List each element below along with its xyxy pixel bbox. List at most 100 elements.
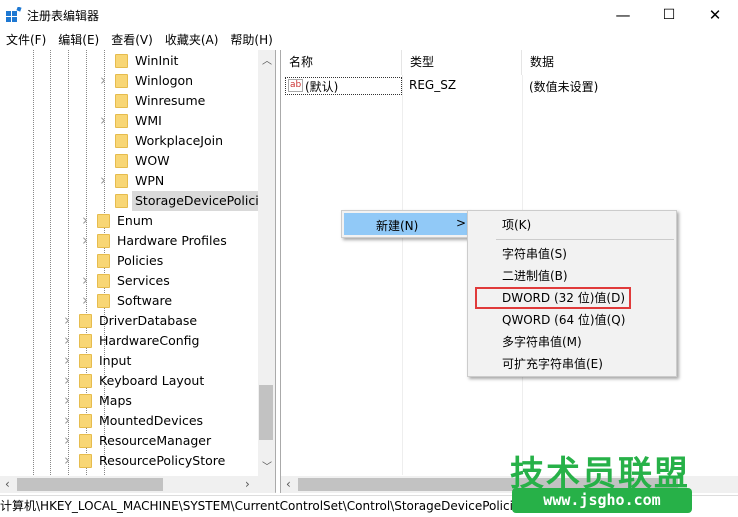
expand-arrow-icon[interactable]: › (82, 211, 88, 229)
tree-item-label: Maps (99, 393, 132, 408)
folder-icon (79, 394, 92, 408)
tree-item-label: Hardware Profiles (117, 233, 227, 248)
tree-item-label: WorkplaceJoin (135, 133, 224, 148)
string-value-icon: ab (288, 79, 304, 92)
folder-icon (79, 334, 92, 348)
scroll-left-icon[interactable]: ‹ (286, 477, 291, 491)
folder-icon (115, 154, 128, 168)
expand-arrow-icon[interactable]: › (82, 271, 88, 289)
tree-item[interactable]: › Software (0, 291, 258, 311)
submenu-item[interactable]: DWORD (32 位)值(D) (502, 289, 625, 306)
folder-icon (97, 294, 110, 308)
tree-item[interactable]: › Maps (0, 391, 258, 411)
folder-icon (115, 194, 128, 208)
submenu-item[interactable]: 可扩充字符串值(E) (502, 355, 603, 372)
folder-icon (79, 454, 92, 468)
scroll-right-icon[interactable]: › (245, 477, 250, 491)
folder-icon (97, 254, 110, 268)
tree-item[interactable]: StorageDevicePolicies (0, 191, 275, 211)
tree-item-label: DriverDatabase (99, 313, 198, 328)
new-submenu: 项(K) 字符串值(S) 二进制值(B) DWORD (32 位)值(D) QWORD … (467, 210, 677, 377)
expand-arrow-icon[interactable]: › (64, 351, 70, 369)
tree-item[interactable]: WinInit (0, 51, 258, 71)
menu-1[interactable]: 编辑(E) (52, 30, 105, 50)
tree-vertical-scroll-thumb[interactable] (259, 385, 273, 440)
tree-item[interactable]: › Enum (0, 211, 258, 231)
expand-arrow-icon[interactable]: › (64, 451, 70, 469)
tree-item[interactable]: › Winlogon (0, 71, 258, 91)
tree-item-label: ResourceManager (99, 433, 212, 448)
tree-item-label: Winlogon (135, 73, 194, 88)
expand-arrow-icon[interactable]: › (100, 111, 106, 129)
tree-item[interactable]: › HardwareConfig (0, 331, 258, 351)
tree-item[interactable]: Policies (0, 251, 258, 271)
expand-arrow-icon[interactable]: › (100, 171, 106, 189)
column-header-type[interactable]: 类型 (402, 50, 522, 75)
tree-item[interactable]: › ResourceManager (0, 431, 258, 451)
tree-item-label: WOW (135, 153, 170, 168)
watermark-url: www.jsgho.com (512, 488, 692, 513)
menu-0[interactable]: 文件(F) (0, 30, 52, 50)
submenu-item[interactable]: 项(K) (502, 216, 531, 233)
submenu-item[interactable]: 字符串值(S) (502, 245, 567, 262)
folder-icon (115, 174, 128, 188)
folder-icon (97, 214, 110, 228)
value-data: (数值未设置) (529, 80, 599, 94)
tree-item[interactable]: › Hardware Profiles (0, 231, 258, 251)
expand-arrow-icon[interactable]: › (82, 231, 88, 249)
tree-item-label: Input (99, 353, 132, 368)
tree-item[interactable]: › MountedDevices (0, 411, 258, 431)
tree-item[interactable]: › Keyboard Layout (0, 371, 258, 391)
submenu-item[interactable]: 多字符串值(M) (502, 333, 582, 350)
tree-item[interactable]: › WMI (0, 111, 258, 131)
value-name: (默认) (305, 80, 339, 94)
expand-arrow-icon[interactable]: › (64, 371, 70, 389)
scroll-down-icon[interactable]: ﹀ (262, 458, 272, 473)
scroll-left-icon[interactable]: ‹ (5, 477, 10, 491)
menu-item-new-label: 新建(N) (376, 219, 419, 233)
expand-arrow-icon[interactable]: › (64, 331, 70, 349)
close-button[interactable]: ✕ (692, 0, 738, 30)
tree-item[interactable]: › Input (0, 351, 258, 371)
column-header-data[interactable]: 数据 (522, 50, 738, 75)
folder-icon (115, 134, 128, 148)
tree-item[interactable]: › DriverDatabase (0, 311, 258, 331)
scroll-up-icon[interactable]: ︿ (262, 52, 272, 67)
expand-arrow-icon[interactable]: › (64, 391, 70, 409)
tree-item-label: Keyboard Layout (99, 373, 205, 388)
tree-item[interactable]: Winresume (0, 91, 258, 111)
tree-item[interactable]: › ResourcePolicyStore (0, 451, 258, 471)
maximize-button[interactable]: ☐ (646, 0, 692, 30)
menu-item-new[interactable]: 新建(N) > (344, 213, 468, 235)
submenu-item[interactable]: QWORD (64 位)值(Q) (502, 311, 625, 328)
tree-horizontal-scroll-thumb[interactable] (17, 478, 163, 491)
tree-item[interactable]: WorkplaceJoin (0, 131, 258, 151)
tree-item-label: Services (117, 273, 170, 288)
expand-arrow-icon[interactable]: › (64, 431, 70, 449)
submenu-item[interactable]: 二进制值(B) (502, 267, 568, 284)
folder-icon (97, 274, 110, 288)
folder-icon (79, 434, 92, 448)
menu-2[interactable]: 查看(V) (105, 30, 159, 50)
menu-4[interactable]: 帮助(H) (224, 30, 278, 50)
folder-icon (115, 114, 128, 128)
expand-arrow-icon[interactable]: › (64, 411, 70, 429)
expand-arrow-icon[interactable]: › (64, 311, 70, 329)
expand-arrow-icon[interactable]: › (100, 71, 106, 89)
value-row[interactable]: ab (默认) REG_SZ (数值未设置) (281, 75, 738, 97)
minimize-button[interactable]: — (600, 0, 646, 30)
tree-item-label: Winresume (135, 93, 206, 108)
tree-item[interactable]: WOW (0, 151, 258, 171)
tree-item-label: StorageDevicePolicies (132, 191, 275, 211)
menu-3[interactable]: 收藏夹(A) (159, 30, 225, 50)
folder-icon (79, 314, 92, 328)
window-title: 注册表编辑器 (27, 9, 100, 23)
registry-tree: WinInit › Winlogon Winresume › WMI WorkplaceJo… (0, 50, 276, 493)
tree-item[interactable]: › Services (0, 271, 258, 291)
tree-item[interactable]: › WPN (0, 171, 258, 191)
folder-icon (115, 54, 128, 68)
column-header-name[interactable]: 名称 (281, 50, 402, 75)
expand-arrow-icon[interactable]: › (82, 291, 88, 309)
context-menu: 新建(N) > (341, 210, 469, 238)
tree-item-label: WPN (135, 173, 165, 188)
